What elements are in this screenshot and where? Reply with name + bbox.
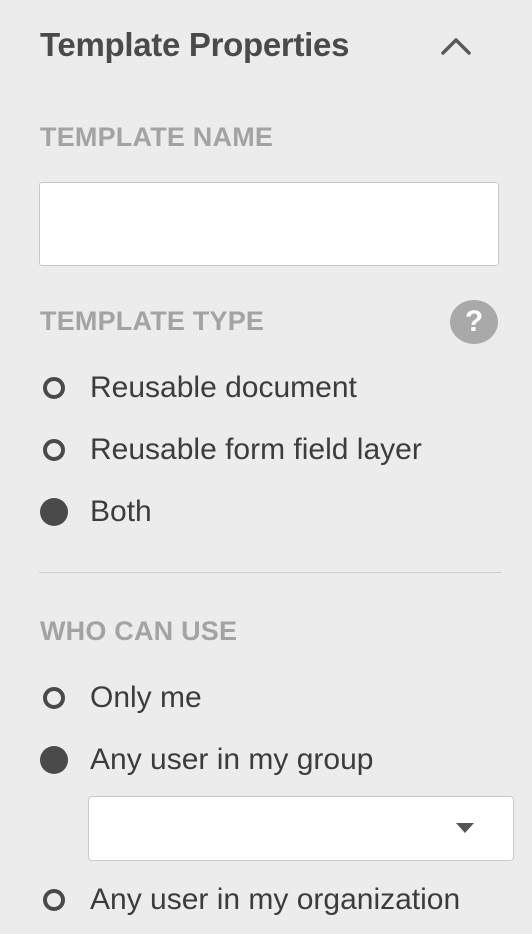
radio-unchecked-icon[interactable] xyxy=(43,377,65,399)
radio-reusable-document[interactable]: Reusable document xyxy=(40,366,357,410)
collapse-button[interactable] xyxy=(436,28,476,64)
section-divider xyxy=(39,572,501,573)
radio-unchecked-icon[interactable] xyxy=(43,687,65,709)
radio-both[interactable]: Both xyxy=(40,490,152,534)
radio-any-user-in-group[interactable]: Any user in my group xyxy=(40,738,373,782)
template-name-input[interactable] xyxy=(39,182,499,266)
radio-label: Both xyxy=(90,495,152,528)
template-type-label: TEMPLATE TYPE xyxy=(40,306,265,336)
radio-checked-icon[interactable] xyxy=(40,498,68,526)
template-properties-panel: Template Properties TEMPLATE NAME TEMPLA… xyxy=(0,0,532,934)
radio-unchecked-icon[interactable] xyxy=(43,889,65,911)
radio-only-me[interactable]: Only me xyxy=(40,676,202,720)
caret-down-icon xyxy=(456,823,474,833)
help-icon[interactable]: ? xyxy=(450,300,498,344)
radio-label: Only me xyxy=(90,681,202,714)
group-select[interactable] xyxy=(88,796,514,861)
radio-label: Reusable document xyxy=(90,371,357,404)
radio-label: Any user in my group xyxy=(90,743,374,776)
radio-checked-icon[interactable] xyxy=(40,746,68,774)
panel-title: Template Properties xyxy=(40,26,350,63)
radio-any-user-in-organization[interactable]: Any user in my organization xyxy=(40,878,460,922)
chevron-up-icon xyxy=(441,38,471,55)
radio-unchecked-icon[interactable] xyxy=(43,439,65,461)
who-can-use-label: WHO CAN USE xyxy=(40,616,238,646)
radio-reusable-form-field-layer[interactable]: Reusable form field layer xyxy=(40,428,422,472)
radio-label: Any user in my organization xyxy=(90,883,461,916)
radio-label: Reusable form field layer xyxy=(90,433,422,466)
template-name-label: TEMPLATE NAME xyxy=(40,122,274,152)
